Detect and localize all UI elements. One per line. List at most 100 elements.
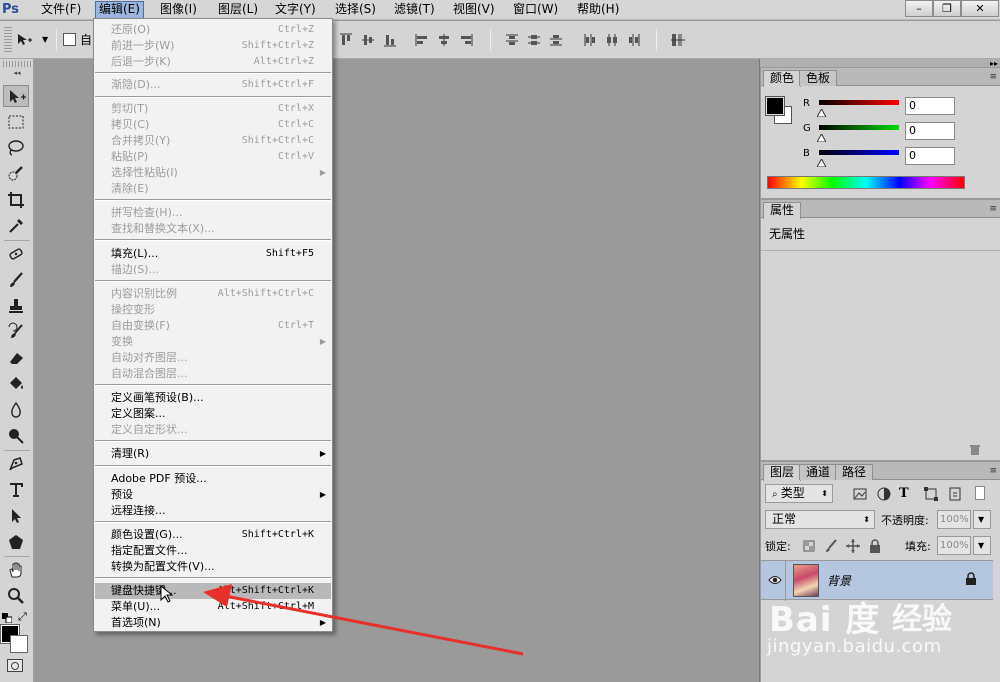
filter-shape-icon[interactable] [923, 486, 939, 502]
menu-item-auto-blend-layers[interactable]: 自动混合图层... [95, 366, 331, 382]
menu-file[interactable]: 文件(F) [38, 1, 84, 19]
tab-color[interactable]: 颜色 [763, 70, 802, 87]
menu-item-free-transform[interactable]: 自由变换(F) Ctrl+T [95, 318, 331, 334]
shape-tool-icon[interactable] [3, 531, 29, 553]
quick-mask-icon[interactable] [7, 659, 23, 672]
menu-item-keyboard-shortcuts[interactable]: 键盘快捷键... Alt+Shift+Ctrl+K [95, 583, 331, 599]
align-bottom-icon[interactable] [382, 32, 398, 48]
menu-item-paste[interactable]: 粘贴(P) Ctrl+V [95, 149, 331, 165]
distribute-bottom-icon[interactable] [548, 32, 564, 48]
align-vcenter-icon[interactable] [360, 32, 376, 48]
menu-item-define-pattern[interactable]: 定义图案... [95, 406, 331, 422]
menu-item-step-backward[interactable]: 后退一步(K) Alt+Ctrl+Z [95, 54, 331, 70]
menu-item-remote-connections[interactable]: 远程连接... [95, 503, 331, 519]
color-spectrum-bar[interactable] [767, 176, 965, 189]
menu-item-menus[interactable]: 菜单(U)... Alt+Shift+Ctrl+M [95, 599, 331, 615]
menu-item-transform[interactable]: 变换 ▶ [95, 334, 331, 350]
restore-button[interactable]: ❐ [933, 0, 961, 17]
layer-name[interactable]: 背景 [827, 572, 851, 589]
menu-item-define-custom-shape[interactable]: 定义自定形状... [95, 422, 331, 438]
menu-image[interactable]: 图像(I) [157, 1, 200, 19]
brush-tool-icon[interactable] [3, 269, 29, 291]
lock-all-icon[interactable] [867, 538, 883, 554]
eyedropper-tool-icon[interactable] [3, 215, 29, 237]
dodge-tool-icon[interactable] [3, 425, 29, 447]
dock-collapse-icon[interactable]: ▸▸ [990, 59, 998, 68]
lock-position-move-icon[interactable] [845, 538, 861, 554]
distribute-hcenter-icon[interactable] [604, 32, 620, 48]
lock-pixels-brush-icon[interactable] [823, 538, 839, 554]
type-tool-icon[interactable] [3, 479, 29, 501]
distribute-vcenter-icon[interactable] [526, 32, 542, 48]
auto-align-layers-icon[interactable] [670, 32, 686, 48]
menu-window[interactable]: 窗口(W) [510, 1, 561, 19]
background-color-swatch[interactable] [10, 635, 28, 653]
clone-stamp-tool-icon[interactable] [3, 295, 29, 317]
green-value-input[interactable]: 0 [905, 122, 955, 140]
tab-swatches[interactable]: 色板 [799, 70, 838, 86]
distribute-top-icon[interactable] [504, 32, 520, 48]
filter-adjustment-icon[interactable] [876, 486, 892, 502]
menu-item-step-forward[interactable]: 前进一步(W) Shift+Ctrl+Z [95, 38, 331, 54]
eraser-tool-icon[interactable] [3, 347, 29, 369]
path-selection-tool-icon[interactable] [3, 505, 29, 527]
menu-item-color-settings[interactable]: 颜色设置(G)... Shift+Ctrl+K [95, 527, 331, 543]
menu-type[interactable]: 文字(Y) [272, 1, 319, 19]
blend-mode-select[interactable]: 正常 ⬍ [765, 510, 875, 529]
menu-item-assign-profile[interactable]: 指定配置文件... [95, 543, 331, 559]
green-slider-track[interactable] [819, 125, 899, 130]
paint-bucket-tool-icon[interactable] [3, 373, 29, 395]
auto-select-checkbox[interactable] [63, 33, 76, 46]
lasso-tool-icon[interactable] [3, 137, 29, 159]
toolbox-collapse-icon[interactable]: ◂◂ [0, 69, 34, 79]
minimize-button[interactable]: – [905, 0, 933, 17]
menu-item-clear[interactable]: 清除(E) [95, 181, 331, 197]
quick-selection-tool-icon[interactable] [3, 163, 29, 185]
align-right-icon[interactable] [458, 32, 474, 48]
pen-tool-icon[interactable] [3, 453, 29, 475]
menu-layer[interactable]: 图层(L) [215, 1, 261, 19]
menu-item-purge[interactable]: 清理(R) ▶ [95, 446, 331, 462]
opacity-input[interactable]: 100% [937, 510, 971, 529]
trash-icon[interactable] [969, 444, 981, 456]
swap-colors-icon[interactable]: ⤢ [18, 610, 27, 624]
red-slider-track[interactable] [819, 100, 899, 105]
menu-item-presets[interactable]: 预设 ▶ [95, 487, 331, 503]
red-value-input[interactable]: 0 [905, 97, 955, 115]
menu-filter[interactable]: 滤镜(T) [391, 1, 438, 19]
marquee-tool-icon[interactable] [3, 111, 29, 133]
menu-select[interactable]: 选择(S) [332, 1, 379, 19]
panel-menu-icon[interactable]: ≡ [989, 72, 997, 82]
eye-visibility-icon[interactable] [768, 574, 782, 586]
menu-item-stroke[interactable]: 描边(S)... [95, 262, 331, 278]
align-top-icon[interactable] [338, 32, 354, 48]
align-hcenter-icon[interactable] [436, 32, 452, 48]
blue-slider-thumb[interactable] [816, 156, 827, 168]
menu-item-copy-merged[interactable]: 合并拷贝(Y) Shift+Ctrl+C [95, 133, 331, 149]
toolbox-grip[interactable] [3, 61, 31, 67]
blue-slider-track[interactable] [819, 150, 899, 155]
filter-type-icon[interactable]: T [899, 486, 915, 502]
tab-channels[interactable]: 通道 [799, 464, 838, 480]
menu-item-content-aware-scale[interactable]: 内容识别比例 Alt+Shift+Ctrl+C [95, 286, 331, 302]
tab-paths[interactable]: 路径 [835, 464, 874, 480]
spot-healing-tool-icon[interactable] [3, 243, 29, 265]
move-tool-preset-icon[interactable] [16, 32, 32, 48]
menu-item-auto-align-layers[interactable]: 自动对齐图层... [95, 350, 331, 366]
menu-item-paste-special[interactable]: 选择性粘贴(I) ▶ [95, 165, 331, 181]
menu-item-find-replace[interactable]: 查找和替换文本(X)... [95, 221, 331, 237]
lock-transparent-icon[interactable] [801, 538, 817, 554]
menu-item-fade[interactable]: 渐隐(D)... Shift+Ctrl+F [95, 77, 331, 93]
green-slider-thumb[interactable] [816, 131, 827, 143]
menu-view[interactable]: 视图(V) [450, 1, 498, 19]
grip-handle[interactable] [4, 27, 12, 53]
layers-panel-menu-icon[interactable]: ≡ [989, 466, 997, 476]
menu-item-check-spelling[interactable]: 拼写检查(H)... [95, 205, 331, 221]
distribute-left-icon[interactable] [582, 32, 598, 48]
blur-tool-icon[interactable] [3, 399, 29, 421]
menu-item-puppet-warp[interactable]: 操控变形 [95, 302, 331, 318]
fill-dropdown-icon[interactable]: ▼ [973, 536, 991, 555]
color-panel-foreground-swatch[interactable] [765, 96, 785, 116]
align-left-icon[interactable] [414, 32, 430, 48]
history-brush-tool-icon[interactable] [3, 321, 29, 343]
